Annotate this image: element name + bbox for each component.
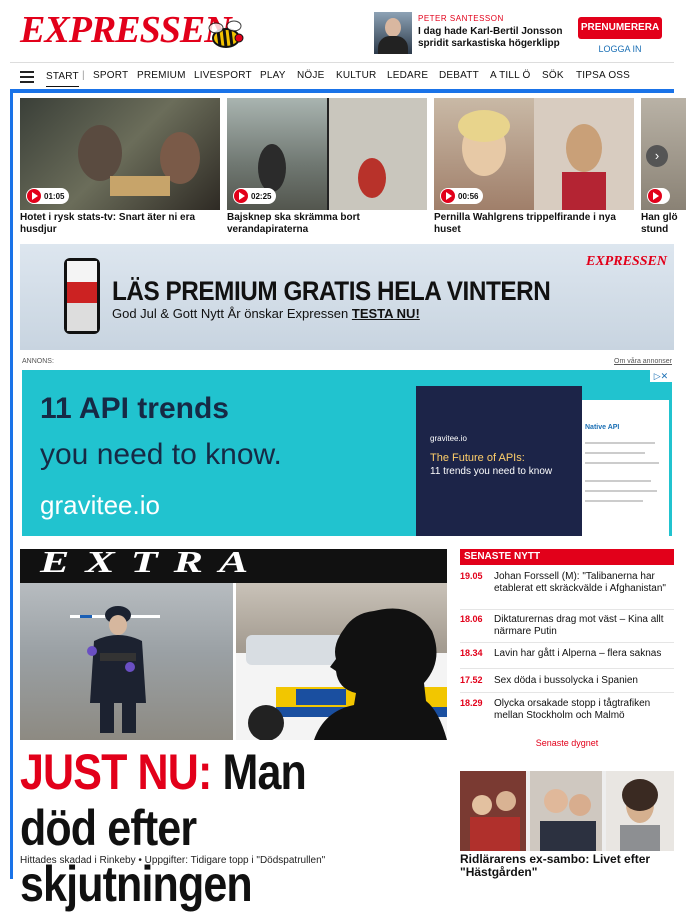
- headline-kicker: JUST NU:: [20, 744, 212, 800]
- video-thumbnail-3[interactable]: 00:56: [434, 98, 634, 210]
- police-officer-figure: [70, 606, 160, 733]
- divider: [460, 642, 674, 643]
- premium-title: LÄS PREMIUM GRATIS HELA VINTERN: [112, 276, 551, 306]
- play-badge[interactable]: 00:56: [440, 188, 484, 204]
- extra-banner[interactable]: EXTRA: [20, 549, 447, 583]
- main-photo-officer[interactable]: [20, 583, 233, 740]
- columnist-avatar[interactable]: [374, 12, 412, 54]
- play-badge[interactable]: 01:05: [26, 188, 70, 204]
- video-thumbnail-2[interactable]: 02:25: [227, 98, 427, 210]
- side-story-image[interactable]: [460, 771, 674, 851]
- video-thumbnail-1[interactable]: 01:05: [20, 98, 220, 210]
- latest-news-item[interactable]: 17.52 Sex döda i bussolycka i Spanien: [460, 675, 674, 689]
- play-icon: [441, 189, 455, 203]
- divider: [460, 668, 674, 669]
- ad-subheadline: you need to know.: [40, 438, 282, 471]
- expressen-small-logo: EXPRESSEN: [586, 254, 667, 269]
- promo-byline[interactable]: PETER SANTESSON: [418, 14, 504, 23]
- promo-headline[interactable]: I dag hade Karl-Bertil Jonsson spridit s…: [418, 26, 568, 50]
- nav-item-sok[interactable]: SÖK: [542, 63, 564, 89]
- ad-doc-title: The Future of APIs:: [430, 452, 525, 464]
- ad-document-back: Native API: [577, 400, 669, 536]
- side-story-headline[interactable]: Ridlärarens ex-sambo: Livet efter "Hästg…: [460, 853, 674, 879]
- latest-news-item[interactable]: 18.06 Diktaturernas drag mot väst – Kina …: [460, 614, 674, 640]
- nav-item-livesport[interactable]: LIVESPORT: [194, 63, 252, 89]
- video-caption-4[interactable]: Han glö stund: [641, 212, 686, 236]
- main-headline[interactable]: JUST NU: Man död efter skjutningen: [20, 744, 390, 912]
- nav-item-a-till-o[interactable]: A TILL Ö: [490, 63, 531, 89]
- video-duration: 02:25: [251, 191, 272, 201]
- nav-item-start[interactable]: START: [46, 65, 79, 87]
- news-time: 18.06: [460, 614, 483, 624]
- wasp-logo-icon: [208, 20, 244, 48]
- premium-cta-link[interactable]: TESTA NU!: [352, 306, 420, 321]
- ad-close-icon[interactable]: ▷✕: [650, 370, 672, 382]
- news-text: Lavin har gått i Alperna – flera saknas: [494, 648, 662, 659]
- ad-document: gravitee.io The Future of APIs: 11 trend…: [416, 386, 582, 536]
- hamburger-menu-icon[interactable]: [20, 71, 34, 83]
- nav-separator: |: [82, 70, 85, 81]
- ad-doc-brand: gravitee.io: [430, 434, 467, 443]
- play-badge[interactable]: [647, 188, 670, 204]
- latest-news-item[interactable]: 18.34 Lavin har gått i Alperna – flera sa…: [460, 648, 674, 662]
- main-photo-police-car[interactable]: [236, 583, 447, 740]
- news-time: 18.34: [460, 648, 483, 658]
- news-text: Johan Forssell (M): "Talibanerna har eta…: [494, 571, 666, 594]
- nav-item-sport[interactable]: SPORT: [93, 63, 128, 89]
- video-duration: 00:56: [458, 191, 479, 201]
- ad-about-link[interactable]: Om våra annonser: [614, 358, 672, 365]
- chevron-right-icon[interactable]: ›: [646, 145, 668, 167]
- phone-illustration: [64, 258, 100, 334]
- news-text: Sex döda i bussolycka i Spanien: [494, 675, 638, 686]
- premium-banner[interactable]: LÄS PREMIUM GRATIS HELA VINTERN God Jul …: [20, 244, 674, 350]
- play-icon: [27, 189, 41, 203]
- login-link[interactable]: LOGGA IN: [578, 44, 662, 54]
- nav-item-tipsa-oss[interactable]: TIPSA OSS: [576, 63, 630, 89]
- ad-label: ANNONS:: [22, 358, 54, 365]
- news-text: Olycka orsakade stopp i tågtrafiken mell…: [494, 698, 651, 721]
- ad-doc-subtitle: 11 trends you need to know: [430, 466, 553, 477]
- play-icon: [648, 189, 662, 203]
- play-icon: [234, 189, 248, 203]
- main-nav: START | SPORT PREMIUM LIVESPORT PLAY NÖJ…: [10, 62, 674, 90]
- side-story-photos: [460, 771, 674, 851]
- main-story-meta[interactable]: Hittades skadad i Rinkeby • Uppgifter: T…: [20, 855, 325, 866]
- divider: [460, 692, 674, 693]
- nav-item-kultur[interactable]: KULTUR: [336, 63, 376, 89]
- extra-label: EXTRA: [40, 549, 265, 580]
- news-text: Diktaturernas drag mot väst – Kina allt …: [494, 614, 664, 637]
- latest-news-item[interactable]: 18.29 Olycka orsakade stopp i tågtrafiken…: [460, 698, 674, 724]
- ad-doc-back-title: Native API: [585, 424, 620, 431]
- video-caption-1[interactable]: Hotet i rysk stats-tv: Snart äter ni era…: [20, 212, 220, 236]
- premium-subtitle-text: God Jul & Gott Nytt År önskar Expressen: [112, 306, 349, 321]
- latest-news-heading[interactable]: SENASTE NYTT: [460, 549, 674, 565]
- nav-item-noje[interactable]: NÖJE: [297, 63, 324, 89]
- ad-brand: gravitee.io: [40, 490, 160, 520]
- video-caption-2[interactable]: Bajsknep ska skrämma bort verandapirater…: [227, 212, 427, 236]
- video-caption-3[interactable]: Pernilla Wahlgrens trippelfirande i nya …: [434, 212, 634, 236]
- news-time: 18.29: [460, 698, 483, 708]
- nav-item-premium[interactable]: PREMIUM: [137, 63, 186, 89]
- news-time: 19.05: [460, 571, 483, 581]
- news-time: 17.52: [460, 675, 483, 685]
- play-badge[interactable]: 02:25: [233, 188, 277, 204]
- divider: [460, 609, 674, 610]
- premium-subtitle: God Jul & Gott Nytt År önskar Expressen …: [112, 306, 420, 321]
- site-header: EXPRESSEN PETER SANTESSON I dag hade Kar…: [0, 0, 686, 62]
- subscribe-button[interactable]: PRENUMERERA: [578, 17, 662, 39]
- nav-item-debatt[interactable]: DEBATT: [439, 63, 479, 89]
- nav-item-play[interactable]: PLAY: [260, 63, 286, 89]
- ad-headline: 11 API trends: [40, 392, 229, 425]
- latest-news-item[interactable]: 19.05 Johan Forssell (M): "Talibanerna ha…: [460, 571, 674, 607]
- advertisement[interactable]: 11 API trends you need to know. gravitee…: [22, 370, 672, 536]
- latest-news-more-link[interactable]: Senaste dygnet: [460, 738, 674, 748]
- accent-bar: [10, 89, 674, 93]
- accent-side-bar: [10, 93, 13, 879]
- nav-item-ledare[interactable]: LEDARE: [387, 63, 428, 89]
- expressen-logo[interactable]: EXPRESSEN: [20, 8, 232, 52]
- person-silhouette-icon: [314, 608, 447, 740]
- video-duration: 01:05: [44, 191, 65, 201]
